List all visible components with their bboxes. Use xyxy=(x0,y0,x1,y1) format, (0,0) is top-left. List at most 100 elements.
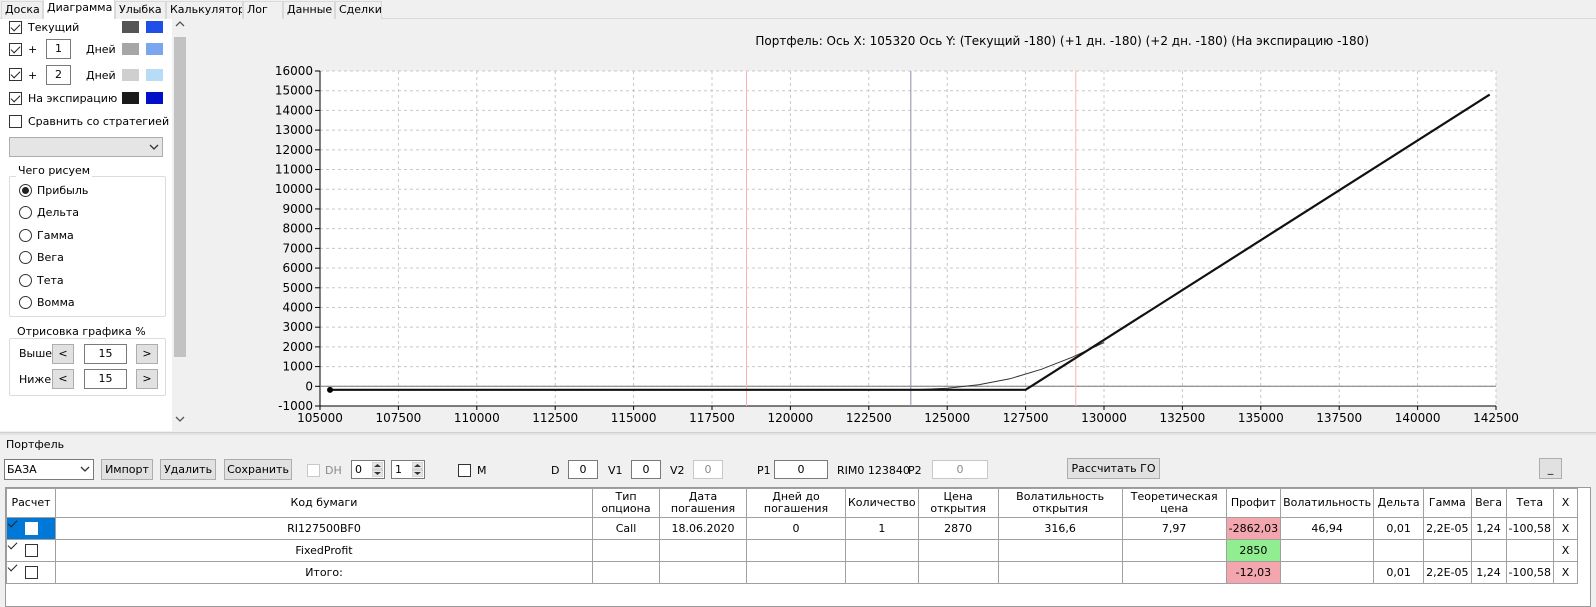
strategy-select[interactable] xyxy=(9,137,163,157)
cell-volatility[interactable] xyxy=(1280,561,1375,584)
cell-quantity[interactable]: 1 xyxy=(845,517,919,540)
cell-open-volatility[interactable] xyxy=(997,561,1123,584)
cell-volatility[interactable] xyxy=(1280,539,1375,562)
expiration-checkbox[interactable] xyxy=(9,92,22,105)
cell-open-price[interactable]: 2870 xyxy=(917,517,999,540)
cell-code[interactable]: FixedProfit xyxy=(55,539,593,562)
above-value-input[interactable]: 15 xyxy=(84,344,127,364)
row-remove-button[interactable]: X xyxy=(1553,539,1578,562)
col-header-profit[interactable]: Профит xyxy=(1225,488,1282,518)
table-row[interactable]: FixedProfit 2850 X xyxy=(6,539,1578,562)
cell-quantity[interactable] xyxy=(845,539,919,562)
table-row[interactable]: RI127500BF0 Call 18.06.2020 0 1 2870 316… xyxy=(6,517,1578,540)
cell-option-type[interactable] xyxy=(592,561,660,584)
scroll-up-icon[interactable] xyxy=(172,19,188,35)
current-color-swatch-2[interactable] xyxy=(146,21,163,33)
cell-gamma[interactable] xyxy=(1423,539,1472,562)
dh-checkbox[interactable] xyxy=(307,464,320,477)
cell-open-volatility[interactable] xyxy=(997,539,1123,562)
tab-log[interactable]: Лог xyxy=(243,1,283,19)
radio-theta[interactable] xyxy=(19,274,32,287)
p1-input[interactable]: 0 xyxy=(774,460,828,479)
scroll-down-icon[interactable] xyxy=(172,414,188,430)
cell-theta[interactable] xyxy=(1505,539,1555,562)
radio-vomma[interactable] xyxy=(19,296,32,309)
col-header-vega[interactable]: Вега xyxy=(1470,488,1507,518)
dh-spin1[interactable]: 0 xyxy=(351,460,385,479)
tab-deals[interactable]: Сделки xyxy=(335,1,382,19)
below-decrease-button[interactable]: < xyxy=(52,369,74,389)
cell-delta[interactable]: 0,01 xyxy=(1373,561,1425,584)
cell-gamma[interactable]: 2,2E-05 xyxy=(1423,517,1472,540)
col-header-remove[interactable]: X xyxy=(1553,488,1578,518)
settings-scrollbar[interactable] xyxy=(172,19,188,431)
calculate-margin-button[interactable]: Рассчитать ГО xyxy=(1067,458,1160,479)
cell-profit[interactable]: -12,03 xyxy=(1225,561,1282,584)
tab-calculator[interactable]: Калькулятор xyxy=(166,1,243,19)
cell-days-left[interactable] xyxy=(746,539,846,562)
v2-input[interactable]: 0 xyxy=(693,460,723,479)
col-header-expiry-date[interactable]: Дата погашения xyxy=(659,488,747,518)
tab-diagram[interactable]: Диаграмма xyxy=(43,0,115,19)
col-header-code[interactable]: Код бумаги xyxy=(55,488,593,518)
col-header-delta[interactable]: Дельта xyxy=(1373,488,1425,518)
cell-open-price[interactable] xyxy=(917,539,999,562)
cell-vega[interactable]: 1,24 xyxy=(1470,517,1507,540)
plus2-checkbox[interactable] xyxy=(9,68,22,81)
plus1-color-swatch-2[interactable] xyxy=(146,43,163,55)
row-remove-button[interactable]: X xyxy=(1553,517,1578,540)
cell-days-left[interactable]: 0 xyxy=(746,517,846,540)
col-header-option-type[interactable]: Тип опциона xyxy=(592,488,660,518)
radio-delta[interactable] xyxy=(19,206,32,219)
cell-quantity[interactable] xyxy=(845,561,919,584)
above-increase-button[interactable]: > xyxy=(136,344,158,364)
cell-theta[interactable]: -100,58 xyxy=(1505,561,1555,584)
save-button[interactable]: Сохранить xyxy=(224,459,292,480)
cell-option-type[interactable] xyxy=(592,539,660,562)
cell-expiry-date[interactable] xyxy=(659,561,747,584)
plus1-days-input[interactable]: 1 xyxy=(46,39,71,59)
col-header-open-volatility[interactable]: Волатильность открытия xyxy=(997,488,1123,518)
col-header-calc[interactable]: Расчет xyxy=(6,488,56,518)
cell-vega[interactable] xyxy=(1470,539,1507,562)
col-header-theta[interactable]: Тета xyxy=(1505,488,1555,518)
cell-vega[interactable]: 1,24 xyxy=(1470,561,1507,584)
tab-board[interactable]: Доска xyxy=(1,1,43,19)
cell-theoretical-price[interactable]: 7,97 xyxy=(1121,517,1227,540)
row-calc-checkbox-cell[interactable] xyxy=(6,561,56,584)
cell-theoretical-price[interactable] xyxy=(1121,561,1227,584)
cell-gamma[interactable]: 2,2E-05 xyxy=(1423,561,1472,584)
scrollbar-thumb[interactable] xyxy=(174,37,186,357)
tab-smile[interactable]: Улыбка xyxy=(115,1,166,19)
expiration-color-swatch[interactable] xyxy=(122,92,139,104)
above-decrease-button[interactable]: < xyxy=(52,344,74,364)
cell-code[interactable]: RI127500BF0 xyxy=(55,517,593,540)
splitter[interactable] xyxy=(0,432,1596,435)
col-header-days-left[interactable]: Дней до погашения xyxy=(746,488,846,518)
cell-days-left[interactable] xyxy=(746,561,846,584)
compare-strategy-checkbox[interactable] xyxy=(9,115,22,128)
row-calc-checkbox[interactable] xyxy=(24,566,38,580)
radio-profit[interactable] xyxy=(19,184,32,197)
below-increase-button[interactable]: > xyxy=(136,369,158,389)
plus2-days-input[interactable]: 2 xyxy=(46,65,71,85)
cell-delta[interactable] xyxy=(1373,539,1425,562)
spin-arrows-icon[interactable] xyxy=(412,462,423,477)
dh-spin2[interactable]: 1 xyxy=(391,460,425,479)
plus1-color-swatch[interactable] xyxy=(122,43,139,55)
cell-profit[interactable]: -2862,03 xyxy=(1225,517,1282,540)
col-header-volatility[interactable]: Волатильность xyxy=(1280,488,1375,518)
cell-code[interactable]: Итого: xyxy=(55,561,593,584)
table-row[interactable]: Итого: -12,03 0,01 2,2E-05 1,24 -100,58 … xyxy=(6,561,1578,584)
cell-volatility[interactable]: 46,94 xyxy=(1280,517,1375,540)
col-header-gamma[interactable]: Гамма xyxy=(1423,488,1472,518)
below-value-input[interactable]: 15 xyxy=(84,369,127,389)
radio-gamma[interactable] xyxy=(19,229,32,242)
cell-open-volatility[interactable]: 316,6 xyxy=(997,517,1123,540)
spin-arrows-icon[interactable] xyxy=(372,462,383,477)
col-header-theoretical-price[interactable]: Теоретическая цена xyxy=(1121,488,1227,518)
p2-input[interactable]: 0 xyxy=(932,460,988,479)
m-checkbox[interactable] xyxy=(458,464,471,477)
portfolio-select[interactable]: БАЗА xyxy=(4,459,94,480)
row-calc-checkbox[interactable] xyxy=(24,544,38,558)
